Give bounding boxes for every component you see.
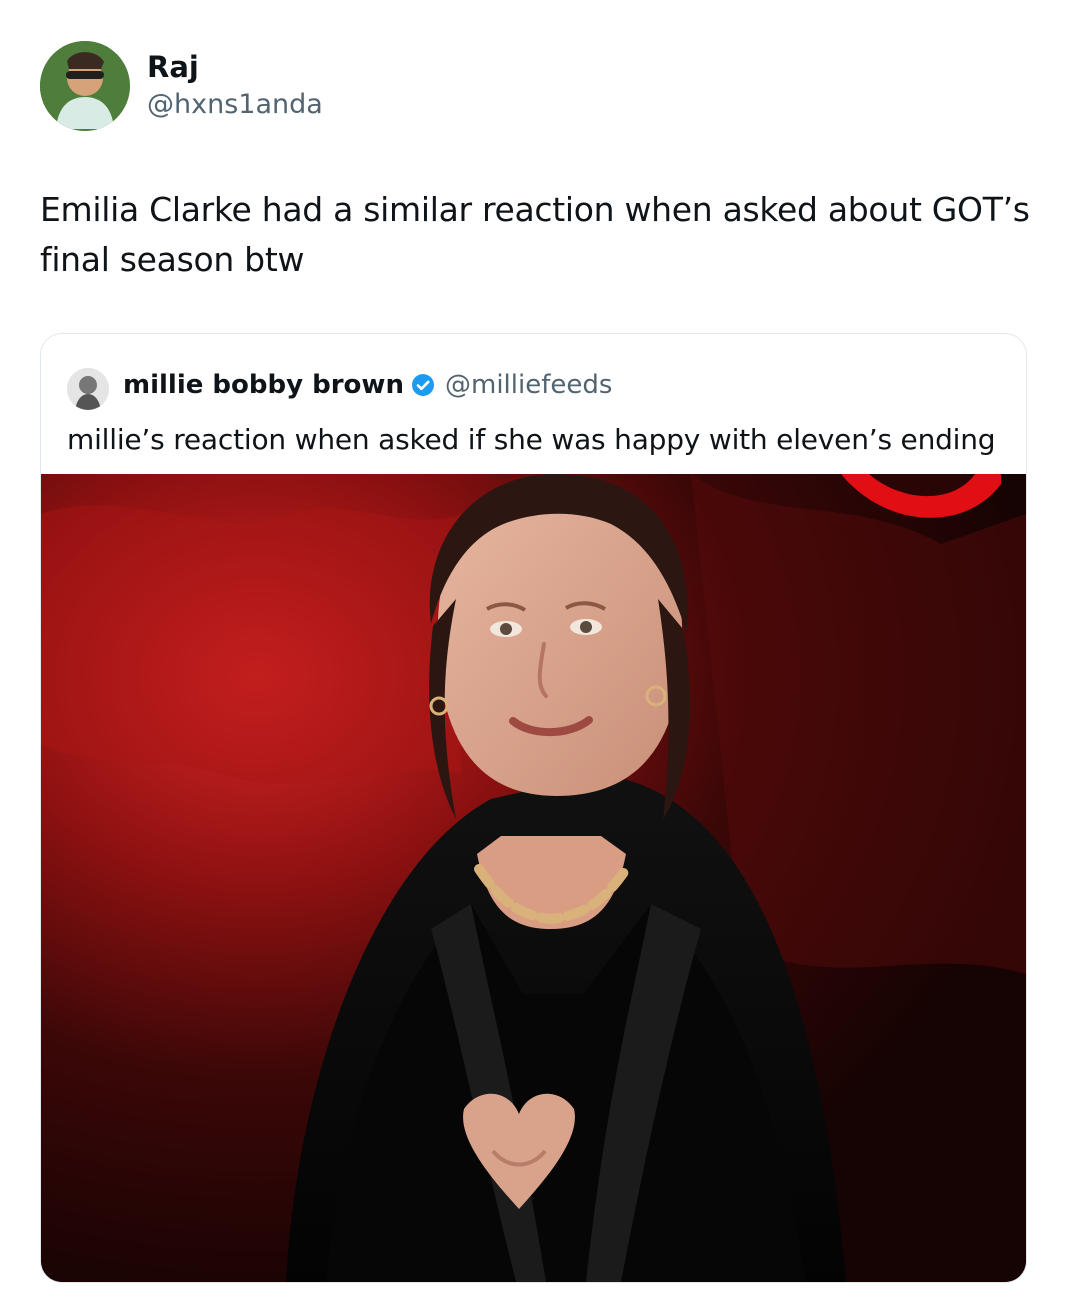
author-avatar[interactable] — [40, 41, 130, 131]
quoted-author-avatar[interactable] — [67, 368, 109, 410]
author-name[interactable]: Raj — [147, 50, 199, 84]
quoted-tweet-card[interactable]: millie bobby brown @milliefeeds millie’s… — [40, 333, 1027, 1283]
quoted-tweet-text: millie’s reaction when asked if she was … — [67, 423, 996, 456]
verified-badge-icon — [412, 374, 434, 396]
profile-photo-icon — [40, 41, 130, 131]
quoted-tweet-media[interactable] — [41, 474, 1026, 1282]
profile-photo-icon — [67, 368, 109, 410]
tweet-text: Emilia Clarke had a similar reaction whe… — [40, 190, 1030, 279]
quoted-author-name[interactable]: millie bobby brown — [123, 367, 404, 403]
author-handle[interactable]: @hxns1anda — [147, 88, 323, 122]
quoted-author-handle[interactable]: @milliefeeds — [445, 367, 612, 403]
video-still-image-icon — [41, 474, 1026, 1282]
